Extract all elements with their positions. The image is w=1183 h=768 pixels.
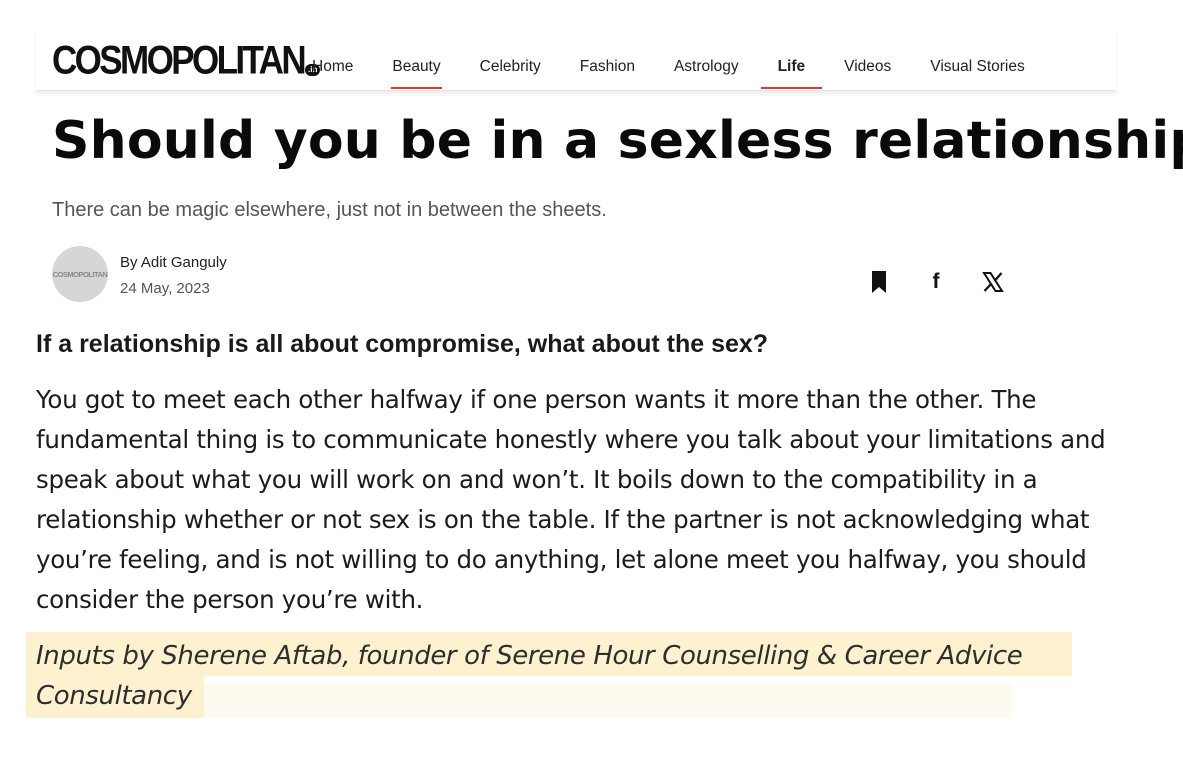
nav-beauty-label: Beauty [392, 58, 441, 75]
avatar-logo-text: COSMOPOLITAN [52, 269, 108, 279]
nav-astrology[interactable]: Astrology [674, 56, 739, 89]
bookmark-icon [872, 271, 886, 293]
author-avatar[interactable]: COSMOPOLITAN [52, 246, 108, 302]
facebook-icon: f [932, 270, 940, 293]
article-subtitle: There can be magic elsewhere, just not i… [52, 199, 607, 221]
cosmopolitan-logo[interactable]: COSMOPOLITAN .in [52, 37, 321, 83]
nav-celebrity[interactable]: Celebrity [480, 56, 541, 89]
nav-videos-label: Videos [844, 58, 892, 75]
x-share-button[interactable] [980, 268, 1006, 296]
nav-celebrity-label: Celebrity [479, 58, 541, 75]
author-byline[interactable]: By Adit Ganguly [120, 254, 227, 271]
nav-life-label: Life [777, 58, 806, 75]
nav-visual-stories[interactable]: Visual Stories [930, 56, 1024, 89]
x-icon [982, 272, 1004, 292]
nav-beauty[interactable]: Beauty [391, 56, 442, 89]
nav-life[interactable]: Life [760, 56, 823, 89]
article-paragraph: You got to meet each other halfway if on… [36, 385, 1106, 614]
section-heading: If a relationship is all about compromis… [36, 330, 769, 358]
nav-videos[interactable]: Videos [844, 56, 891, 89]
nav-visual-stories-label: Visual Stories [930, 58, 1025, 75]
nav-life-underline [760, 87, 823, 89]
expert-credit: Inputs by Sherene Aftab, founder of Sere… [36, 641, 1023, 711]
nav-astrology-label: Astrology [673, 58, 739, 75]
nav-home[interactable]: Home [312, 56, 353, 89]
logo-text: COSMOPOLITAN [52, 37, 307, 83]
site-header: COSMOPOLITAN .in Home Beauty Celebrity F… [36, 28, 1116, 91]
facebook-share-button[interactable]: f [923, 268, 949, 296]
nav-home-label: Home [312, 58, 354, 75]
nav-beauty-underline [391, 87, 442, 89]
nav-fashion[interactable]: Fashion [580, 56, 635, 89]
bookmark-button[interactable] [866, 268, 892, 296]
nav-fashion-label: Fashion [579, 58, 635, 75]
article-title: Should you be in a sexless relationship? [52, 111, 1183, 171]
main-nav: Home Beauty Celebrity Fashion Astrology … [312, 56, 1064, 89]
publish-date: 24 May, 2023 [120, 280, 210, 297]
